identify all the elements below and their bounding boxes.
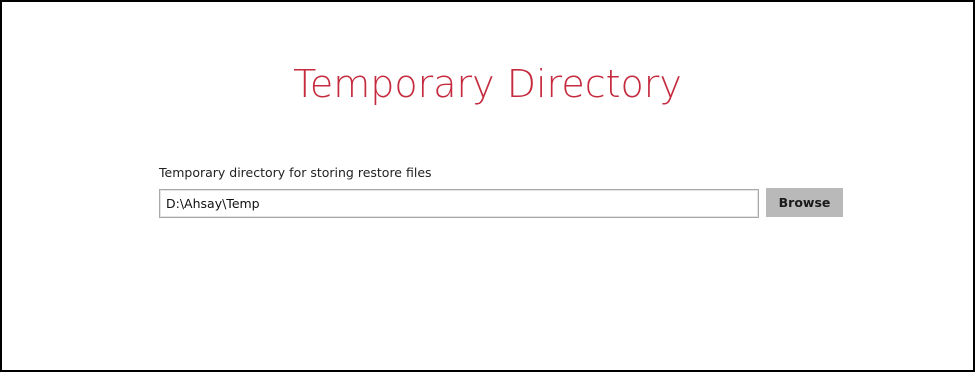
restore-settings-panel: Temporary Directory Temporary directory …: [0, 0, 975, 372]
page-title: Temporary Directory: [293, 62, 682, 106]
browse-button[interactable]: Browse: [766, 188, 843, 217]
temp-directory-input[interactable]: [159, 189, 759, 218]
temp-directory-label: Temporary directory for storing restore …: [159, 165, 432, 180]
